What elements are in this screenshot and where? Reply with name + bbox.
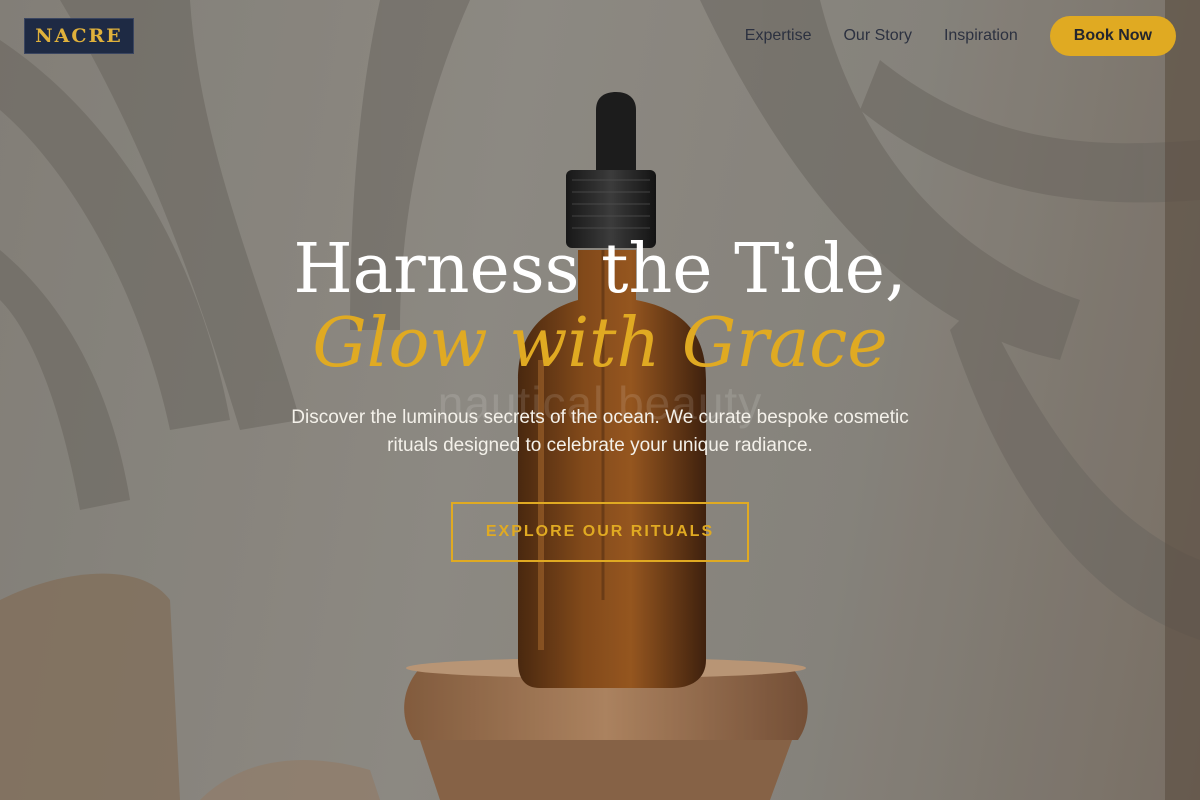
nav-link-our-story[interactable]: Our Story [843,27,911,45]
hero-section: Harness the Tide, Glow with Grace nautic… [0,236,1200,562]
explore-rituals-button[interactable]: EXPLORE OUR RITUALS [451,502,749,562]
hero-subtitle: Discover the luminous secrets of the oce… [291,407,909,456]
hero-title-line-1: Harness the Tide, [293,230,907,309]
book-now-button[interactable]: Book Now [1049,16,1176,56]
hero-title: Harness the Tide, Glow with Grace [0,236,1200,378]
main-nav: Expertise Our Story Inspiration Book Now [745,16,1176,56]
site-header: NACRE Expertise Our Story Inspiration Bo… [0,0,1200,72]
nav-link-expertise[interactable]: Expertise [745,27,812,45]
nav-link-inspiration[interactable]: Inspiration [944,27,1018,45]
hero-title-line-2: Glow with Grace [312,304,888,383]
brand-logo[interactable]: NACRE [24,18,134,54]
